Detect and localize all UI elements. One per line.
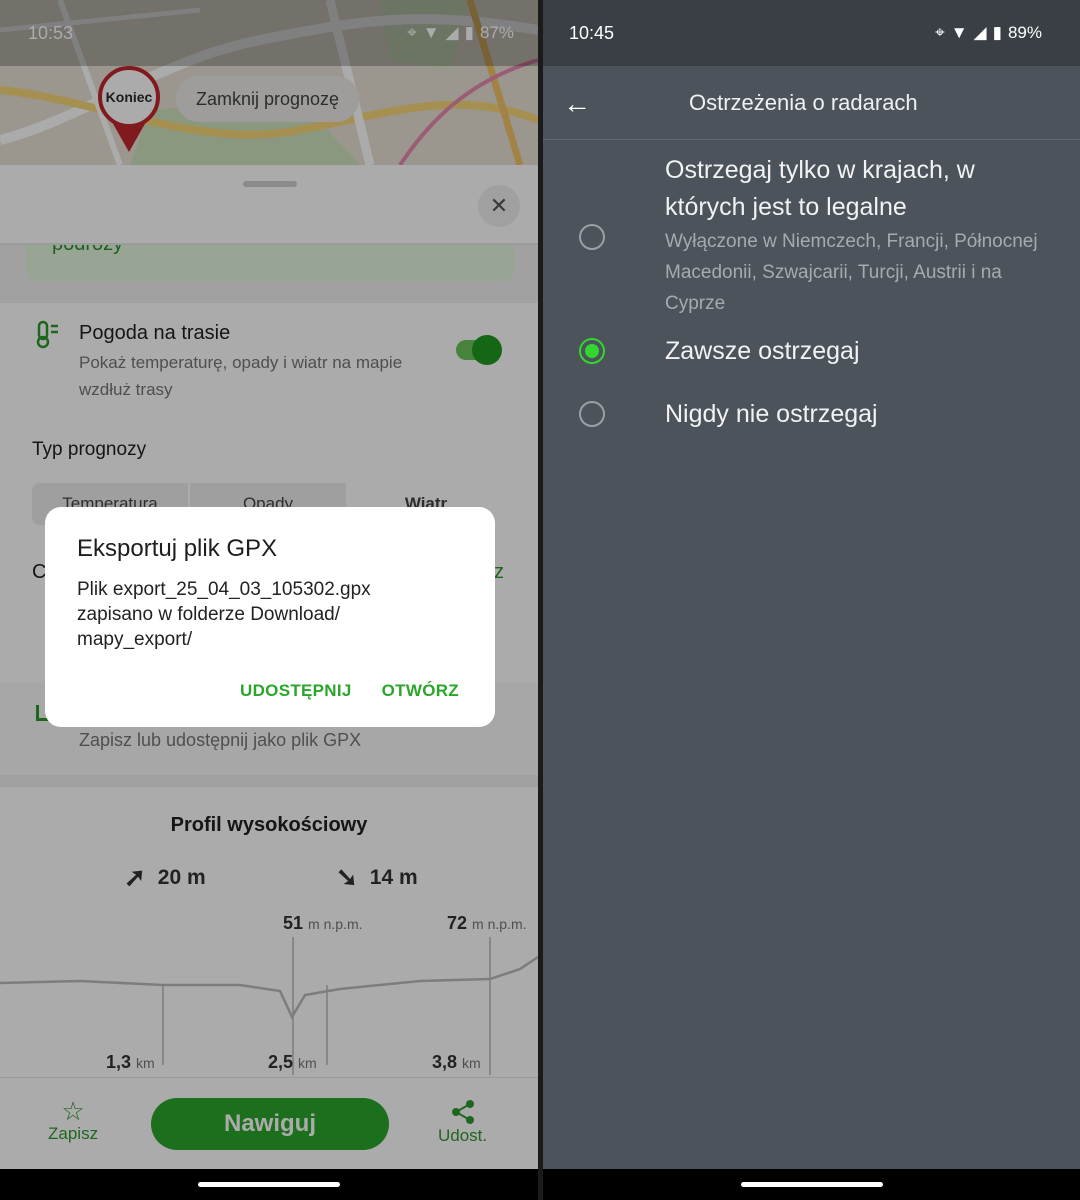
location-icon: ⌖ [935,23,945,42]
status-time: 10:45 [569,22,615,43]
share-dialog-button[interactable]: UDOSTĘPNIJ [240,681,352,701]
home-gesture-handle[interactable] [198,1182,340,1187]
system-nav-bar [543,1169,1080,1200]
dialog-message: Plik export_25_04_03_105302.gpx zapisano… [77,579,371,650]
radio-button-unselected[interactable] [579,401,605,427]
export-gpx-dialog: Eksportuj plik GPX Plik export_25_04_03_… [45,507,495,727]
radio-button-selected[interactable] [579,338,605,364]
option-title: Zawsze ostrzegaj [665,337,860,365]
app-bar: ← Ostrzeżenia o radarach [543,66,1080,140]
radio-button-unselected[interactable] [579,224,605,250]
back-arrow-icon[interactable]: ← [563,88,591,120]
dialog-actions: UDOSTĘPNIJ OTWÓRZ [240,681,459,701]
right-phone-screen: 10:45 ⌖ ▼ ◢ ▮ 89% ← Ostrzeżenia o radara… [543,0,1080,1200]
home-gesture-handle[interactable] [740,1182,883,1187]
dialog-title: Eksportuj plik GPX [77,535,278,562]
left-phone-screen: Koniec Zamknij prognozę 10:53 ⌖ ▼ ◢ ▮ 87… [0,0,538,1200]
option-subtitle: Wyłączone w Niemczech, Francji, Północne… [665,231,1038,314]
option-title: Nigdy nie ostrzegaj [665,400,878,428]
open-dialog-button[interactable]: OTWÓRZ [382,681,459,701]
battery-percent: 89% [1007,23,1042,42]
radar-option-never[interactable]: Nigdy nie ostrzegaj [543,393,1080,437]
signal-icon: ◢ [973,23,987,42]
system-nav-bar [0,1169,538,1200]
option-title: Ostrzegaj tylko w krajach, w których jes… [665,156,975,221]
page-title: Ostrzeżenia o radarach [689,90,918,115]
radar-option-legal-only[interactable]: Ostrzegaj tylko w krajach, w których jes… [543,150,1080,320]
radar-option-always[interactable]: Zawsze ostrzegaj [543,330,1080,374]
battery-icon: ▮ [992,23,1002,42]
status-bar: 10:45 ⌖ ▼ ◢ ▮ 89% [543,0,1080,66]
status-icons: ⌖ ▼ ◢ ▮ 89% [935,23,1042,43]
wifi-icon: ▼ [950,23,968,42]
